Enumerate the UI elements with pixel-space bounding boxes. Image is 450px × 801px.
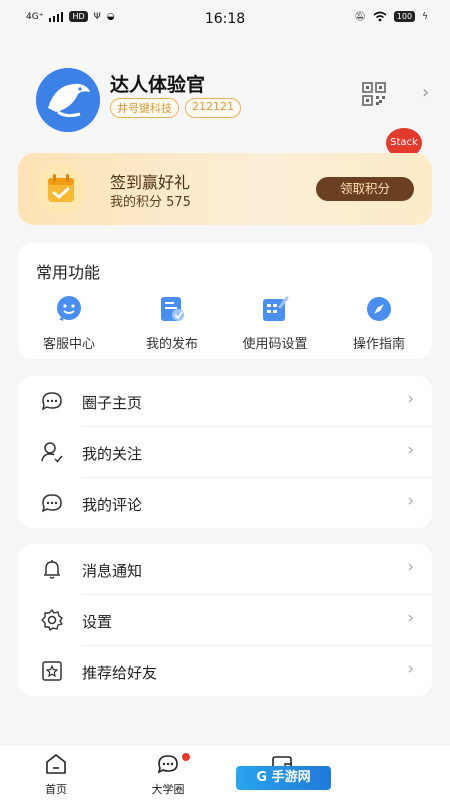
chevron-right-icon: › [407, 389, 414, 409]
row-settings[interactable]: 设置 › [18, 595, 432, 646]
row-label: 我的关注 [82, 445, 143, 463]
notification-dot [182, 753, 190, 761]
row-label: 圈子主页 [82, 394, 143, 412]
id-tag: 212121 [185, 98, 241, 118]
company-tag: 井号键科技 [110, 98, 179, 118]
home-icon [46, 754, 66, 774]
bottom-tab-bar: 首页 大学圈 我的 [0, 744, 450, 801]
row-circle-home[interactable]: 圈子主页 › [18, 376, 432, 427]
func-label: 我的发布 [145, 337, 198, 352]
row-recommend-friends[interactable]: 推荐给好友 › [18, 646, 432, 697]
profile-name: 达人体验官 [110, 74, 206, 96]
chevron-right-icon: › [407, 608, 414, 628]
battery-icon: 100 [393, 11, 416, 22]
chevron-right-icon: › [407, 557, 414, 577]
func-code-settings[interactable]: 使用码设置 [230, 295, 320, 352]
func-my-posts[interactable]: 我的发布 [127, 295, 217, 352]
func-label: 客服中心 [42, 337, 95, 352]
code-settings-icon [263, 296, 289, 321]
bell-icon [43, 560, 61, 579]
compass-icon [367, 297, 391, 321]
common-functions-card: 常用功能 客服中心 我的发布 使用码设置 操作指南 [18, 243, 432, 359]
claim-points-button[interactable]: 领取积分 [316, 177, 414, 201]
chat-bubble-icon [157, 755, 178, 774]
func-guide[interactable]: 操作指南 [334, 295, 424, 352]
tab-label: 大学圈 [151, 783, 185, 796]
watermark-logo: G 手游网 [236, 766, 331, 790]
chevron-right-icon: › [407, 440, 414, 460]
tab-circle[interactable]: 大学圈 [128, 753, 208, 797]
avatar[interactable] [36, 68, 100, 132]
tab-home[interactable]: 首页 [16, 753, 96, 797]
wifi-icon [373, 11, 387, 22]
profile-chevron-right-icon[interactable]: › [422, 82, 429, 103]
gear-icon [41, 609, 63, 631]
dolphin-logo-icon [36, 68, 100, 132]
mute-icon: 🔕︎ [354, 11, 366, 22]
status-bar: 4G⁺ HD Ψ ◒ 16:18 🔕︎ 100 ϟ [0, 0, 450, 38]
customer-service-icon [57, 296, 81, 321]
chevron-right-icon: › [407, 491, 414, 511]
points-text: 我的积分 575 [110, 195, 191, 210]
charging-icon: ϟ [422, 11, 428, 22]
signin-banner[interactable]: 签到赢好礼 我的积分 575 领取积分 [18, 153, 432, 225]
chevron-right-icon: › [407, 659, 414, 679]
chat-bubble-icon [41, 392, 62, 411]
row-my-follows[interactable]: 我的关注 › [18, 427, 432, 478]
signin-title: 签到赢好礼 [110, 173, 191, 192]
qr-code-icon[interactable] [362, 82, 386, 106]
common-functions-title: 常用功能 [36, 263, 101, 282]
person-check-icon [41, 442, 63, 463]
row-label: 我的评论 [82, 496, 143, 514]
comment-icon [41, 494, 62, 513]
star-share-icon [42, 661, 62, 681]
profile-tags: 井号键科技 212121 [110, 98, 241, 118]
my-posts-icon [161, 297, 184, 321]
row-label: 设置 [82, 613, 113, 631]
tab-label: 首页 [45, 783, 67, 796]
func-customer-service[interactable]: 客服中心 [24, 295, 114, 352]
list-group-circle: 圈子主页 › 我的关注 › 我的评论 › [18, 376, 432, 528]
func-label: 操作指南 [352, 337, 405, 352]
row-label: 消息通知 [82, 562, 143, 580]
func-label: 使用码设置 [242, 337, 308, 352]
calendar-icon [36, 164, 86, 214]
row-label: 推荐给好友 [82, 664, 158, 682]
status-right: 🔕︎ 100 ϟ [354, 11, 428, 22]
row-notifications[interactable]: 消息通知 › [18, 544, 432, 595]
profile-header[interactable]: 达人体验官 井号键科技 212121 › [36, 66, 429, 132]
list-group-settings: 消息通知 › 设置 › 推荐给好友 › [18, 544, 432, 696]
row-my-comments[interactable]: 我的评论 › [18, 478, 432, 529]
